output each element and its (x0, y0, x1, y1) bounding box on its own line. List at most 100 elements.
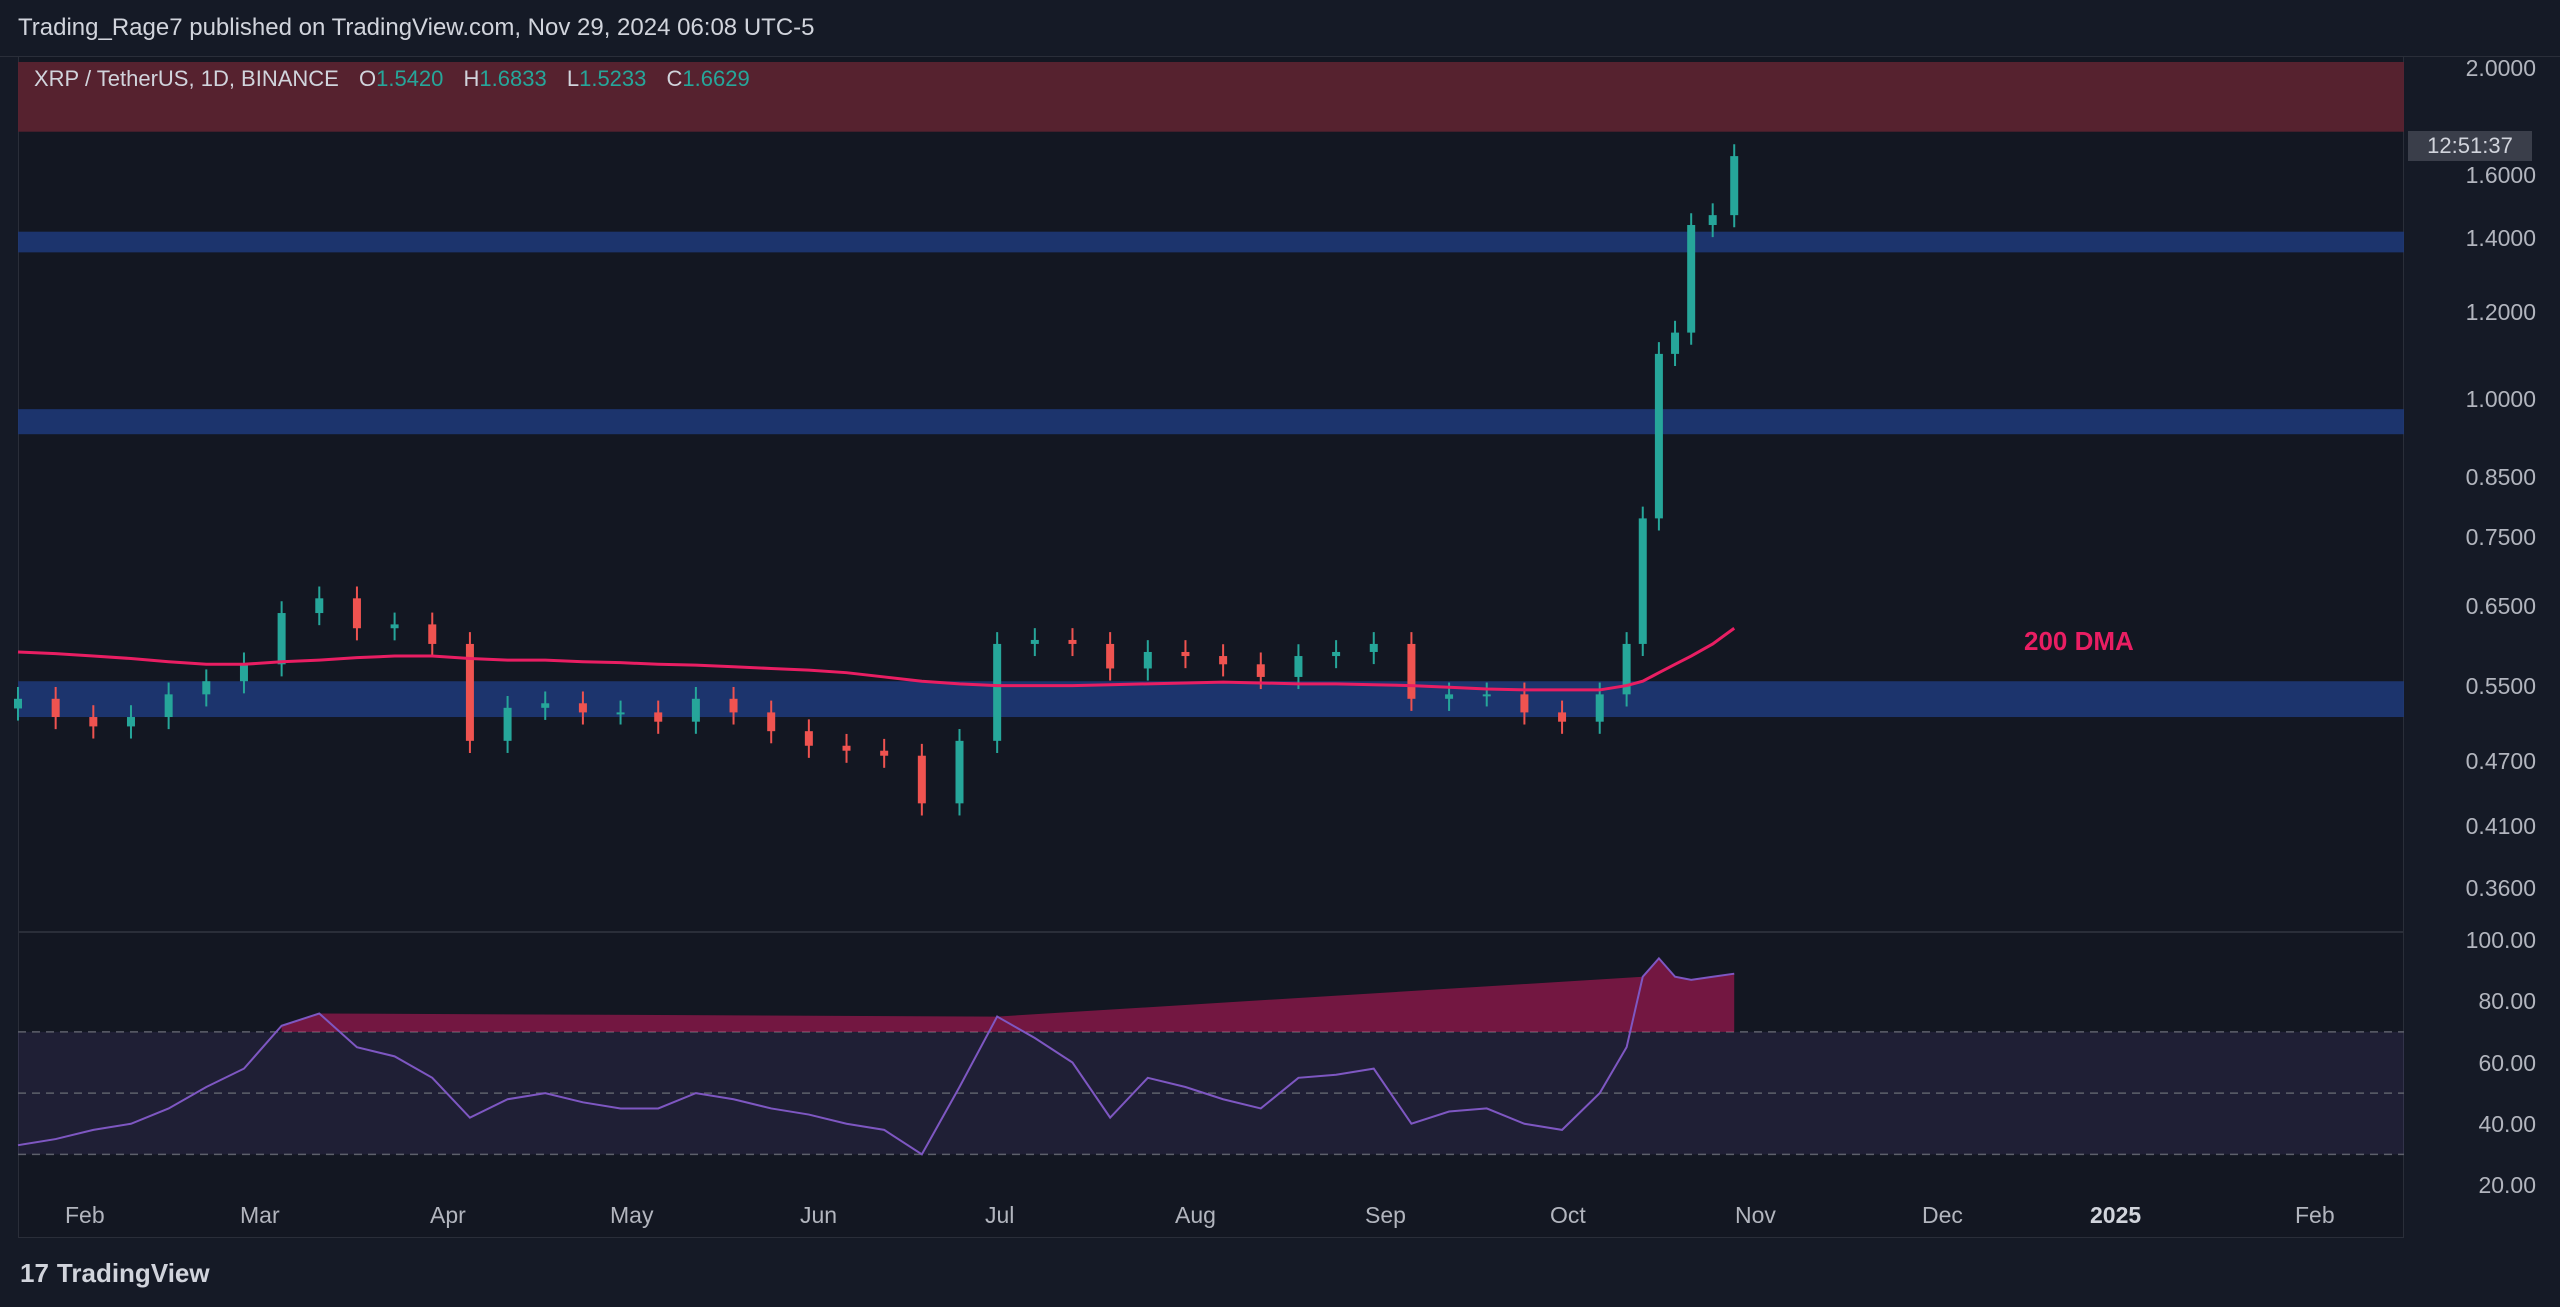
candle-body (1256, 664, 1265, 677)
legend-close-key: C (666, 66, 683, 91)
candle-body (1482, 694, 1491, 697)
candle-body (1520, 694, 1529, 713)
candle-body (1638, 518, 1647, 644)
candle-body (239, 664, 248, 682)
legend-low-key: L (566, 66, 580, 91)
tradingview-mark-icon: 17 (20, 1258, 49, 1288)
price-tick-label: 1.4000 (2465, 225, 2536, 252)
candle-body (1030, 639, 1039, 644)
candle-body (126, 717, 135, 727)
time-tick-label: Nov (1735, 1202, 1776, 1228)
candle-body (390, 624, 399, 629)
support-resistance-zone (18, 409, 2404, 435)
candle-body (654, 712, 663, 722)
time-tick-label: Jun (800, 1202, 838, 1228)
rsi-tick-label: 80.00 (2478, 988, 2536, 1015)
candle-body (14, 698, 22, 709)
bar-countdown: 12:51:37 (2408, 131, 2532, 161)
rsi-tick-label: 20.00 (2478, 1172, 2536, 1198)
candle-body (993, 643, 1002, 741)
candle-body (1595, 694, 1604, 722)
price-tick-label: 0.4100 (2465, 813, 2536, 840)
candle-body (1687, 225, 1696, 333)
price-tick-label: 2.0000 (2465, 54, 2536, 81)
time-tick-label: Sep (1365, 1202, 1406, 1228)
candle-body (277, 613, 286, 665)
time-tick-label: Jul (985, 1202, 1015, 1228)
legend-high-value: 1.6833 (479, 66, 547, 91)
candle-body (1407, 643, 1416, 699)
time-tick-label: Mar (240, 1202, 280, 1228)
candle-body (164, 694, 173, 718)
price-tick-label: 0.3600 (2465, 875, 2536, 902)
price-tick-label: 0.4700 (2465, 747, 2536, 774)
legend-low-value: 1.5233 (579, 66, 647, 91)
rsi-overbought-fill (281, 958, 1735, 1032)
candle-body (691, 698, 700, 722)
tradingview-brand-text: TradingView (56, 1258, 210, 1288)
candle-body (1671, 332, 1680, 354)
candle-body (1068, 639, 1077, 644)
price-tick-label: 0.5500 (2465, 672, 2536, 699)
price-tick-label: 0.8500 (2465, 464, 2536, 491)
rsi-tick-label: 40.00 (2478, 1110, 2536, 1137)
candle-body (1219, 656, 1228, 665)
time-tick-label: May (610, 1202, 654, 1228)
candle-body (917, 755, 926, 804)
support-resistance-zone (18, 681, 2404, 718)
candle-body (1369, 643, 1378, 652)
time-tick-label: Feb (65, 1202, 105, 1228)
candle-body (842, 745, 851, 751)
candle-body (1730, 156, 1739, 216)
candle-body (1106, 643, 1115, 669)
ma200-line (17, 627, 1736, 692)
price-tick-label: 0.7500 (2465, 524, 2536, 551)
candle-body (767, 712, 776, 732)
support-resistance-zone (18, 231, 2404, 253)
legend-open-value: 1.5420 (376, 66, 444, 91)
legend-close-value: 1.6629 (682, 66, 750, 91)
time-tick-label: Apr (430, 1202, 466, 1228)
candle-body (202, 681, 211, 695)
candle-body (1294, 656, 1303, 677)
candle-body (578, 703, 587, 713)
time-tick-label: Feb (2295, 1202, 2335, 1228)
rsi-tick-label: 60.00 (2478, 1049, 2536, 1076)
candle-body (1445, 694, 1454, 699)
candle-body (89, 717, 98, 727)
legend-open-key: O (358, 66, 377, 91)
candle-body (1332, 651, 1341, 657)
candle-body (315, 598, 324, 614)
candle-body (428, 624, 437, 644)
dma-annotation: 200 DMA (2024, 626, 2134, 656)
legend-symbol[interactable]: XRP / TetherUS, 1D, BINANCE (34, 66, 339, 91)
price-tick-label: 1.0000 (2465, 386, 2536, 413)
price-tick-label: 0.6500 (2465, 592, 2536, 619)
candle-body (616, 712, 625, 715)
candle-body (503, 707, 512, 741)
time-tick-label: Oct (1550, 1202, 1586, 1228)
legend-high-key: H (463, 66, 480, 91)
chart-legend: XRP / TetherUS, 1D, BINANCE O1.5420 H1.6… (34, 66, 750, 92)
candle-body (955, 740, 964, 804)
candle-body (1143, 651, 1152, 669)
time-tick-label: 2025 (2090, 1202, 2142, 1228)
candle-body (880, 750, 889, 756)
candle-body (1654, 353, 1663, 519)
chart-canvas[interactable] (0, 0, 2560, 1240)
time-tick-label: Dec (1922, 1202, 1963, 1228)
candle-body (51, 698, 60, 718)
time-tick-label: Aug (1175, 1202, 1216, 1228)
price-tick-label: 1.2000 (2465, 299, 2536, 326)
tradingview-logo[interactable]: 17 TradingView (20, 1258, 210, 1289)
candle-body (541, 703, 550, 708)
price-tick-label: 1.6000 (2465, 161, 2536, 188)
candle-body (352, 598, 361, 629)
candle-body (729, 698, 738, 713)
footer-bar (0, 1240, 2560, 1307)
candle-body (804, 731, 813, 746)
candle-body (1181, 651, 1190, 657)
candle-body (1558, 712, 1567, 722)
rsi-tick-label: 100.00 (2465, 927, 2536, 953)
candle-body (1708, 215, 1717, 226)
